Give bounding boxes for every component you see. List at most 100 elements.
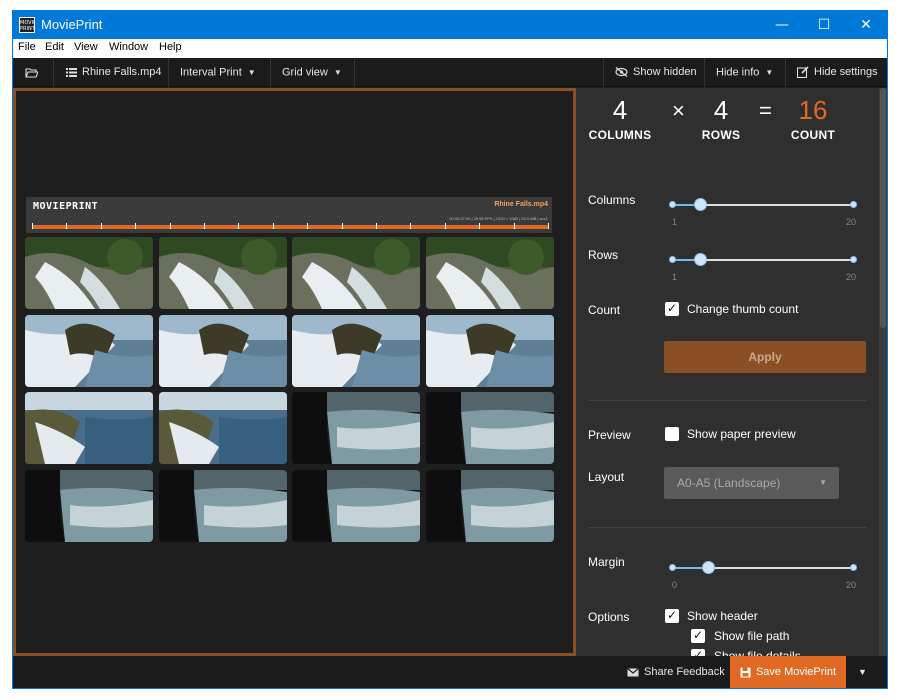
toolbar-separator xyxy=(53,58,54,87)
print-mode-dropdown[interactable]: Interval Print ▼ xyxy=(180,58,256,87)
slider-end-dot xyxy=(850,201,857,208)
open-folder-button[interactable] xyxy=(25,58,43,87)
thumbnail[interactable] xyxy=(158,469,287,542)
show-header-checkbox[interactable]: ✓ xyxy=(665,608,679,623)
save-movieprint-button[interactable]: Save MoviePrint xyxy=(730,656,846,688)
show-paper-preview-checkbox[interactable] xyxy=(665,427,679,441)
hide-info-label: Hide info xyxy=(716,66,760,79)
close-button[interactable]: ✕ xyxy=(845,11,887,39)
menu-help[interactable]: Help xyxy=(159,41,182,53)
settings-panel: 4 COLUMNS × 4 ROWS = 16 COUNT Columns 1 … xyxy=(576,88,887,663)
save-icon xyxy=(740,667,751,678)
timeline-tick xyxy=(272,223,274,229)
rows-slider-handle[interactable] xyxy=(694,253,707,266)
slider-start-dot xyxy=(669,564,676,571)
thumbnail[interactable] xyxy=(425,392,554,464)
maximize-button[interactable]: ☐ xyxy=(803,11,845,39)
app-window: MOVIE PRINT MoviePrint — ☐ ✕ File Edit V… xyxy=(12,10,888,689)
thumbnail[interactable] xyxy=(292,314,420,387)
thumbnail[interactable] xyxy=(425,237,554,309)
menu-edit[interactable]: Edit xyxy=(45,41,64,53)
file-name-label: Rhine Falls.mp4 xyxy=(82,66,162,78)
bottom-bar: Share Feedback Save MoviePrint ▼ xyxy=(13,656,887,688)
scrollbar-thumb[interactable] xyxy=(880,88,886,328)
thumbnail[interactable] xyxy=(158,392,287,464)
checkmark-icon: ✓ xyxy=(667,301,678,315)
hide-settings-button[interactable]: Hide settings xyxy=(797,58,878,87)
menu-bar: File Edit View Window Help xyxy=(13,39,887,58)
settings-scrollbar[interactable] xyxy=(879,88,887,656)
show-file-path-label: Show file path xyxy=(714,629,790,643)
timeline-tick xyxy=(100,223,102,229)
layout-select[interactable]: A0-A5 (Landscape) ▼ xyxy=(664,467,839,499)
minimize-button[interactable]: — xyxy=(761,11,803,39)
preview-label: Preview xyxy=(588,428,631,442)
slider-min-label: 1 xyxy=(672,272,678,282)
columns-caption: COLUMNS xyxy=(588,128,652,142)
thumbnail[interactable] xyxy=(425,314,554,387)
columns-slider[interactable]: 1 20 xyxy=(669,198,857,227)
share-feedback-button[interactable]: Share Feedback xyxy=(627,656,725,688)
slider-min-label: 1 xyxy=(672,217,678,227)
print-file-name: Rhine Falls.mp4 xyxy=(494,201,548,208)
show-file-path-checkbox[interactable]: ✓ xyxy=(691,628,705,643)
margin-slider-handle[interactable] xyxy=(702,561,715,574)
toolbar-separator xyxy=(168,58,169,87)
thumbnail[interactable] xyxy=(292,469,420,542)
window-title: MoviePrint xyxy=(41,17,103,32)
show-hidden-button[interactable]: Show hidden xyxy=(615,58,697,87)
title-bar: MOVIE PRINT MoviePrint — ☐ ✕ xyxy=(13,11,887,39)
thumbnail[interactable] xyxy=(158,237,287,309)
checkmark-icon: ✓ xyxy=(693,628,704,642)
hide-info-dropdown[interactable]: Hide info ▼ xyxy=(716,58,773,87)
folder-open-icon xyxy=(25,68,38,78)
menu-file[interactable]: File xyxy=(18,41,36,53)
thumbnail[interactable] xyxy=(292,237,420,309)
timeline-tick xyxy=(135,223,137,229)
section-divider xyxy=(588,400,866,401)
thumbnail[interactable] xyxy=(25,237,153,309)
margin-slider[interactable]: 0 20 xyxy=(669,561,857,590)
columns-slider-handle[interactable] xyxy=(694,198,707,211)
rows-slider[interactable]: 1 20 xyxy=(669,253,857,282)
toolbar-separator xyxy=(603,58,604,87)
change-thumb-count-checkbox[interactable]: ✓ xyxy=(665,301,679,316)
app-logo-icon: MOVIE PRINT xyxy=(19,17,35,33)
timeline-tick xyxy=(341,223,343,229)
timeline-tick xyxy=(238,223,240,229)
edit-icon xyxy=(797,66,809,79)
section-divider xyxy=(588,527,866,528)
change-thumb-count-label: Change thumb count xyxy=(687,302,799,316)
view-mode-dropdown[interactable]: Grid view ▼ xyxy=(282,58,342,87)
thumbnail[interactable] xyxy=(25,469,153,542)
thumbnail[interactable] xyxy=(292,392,420,464)
count-label: Count xyxy=(588,303,621,317)
timeline-tick xyxy=(410,223,412,229)
timeline-tick xyxy=(66,223,68,229)
layout-select-value: A0-A5 (Landscape) xyxy=(677,476,781,490)
menu-window[interactable]: Window xyxy=(109,41,148,53)
slider-end-dot xyxy=(850,564,857,571)
eye-slash-icon xyxy=(615,67,628,78)
toolbar-separator xyxy=(270,58,271,87)
show-header-label: Show header xyxy=(687,609,758,623)
options-label: Options xyxy=(588,610,630,624)
slider-start-dot xyxy=(669,201,676,208)
print-timeline xyxy=(32,223,549,229)
print-logo: MOVIEPRINT xyxy=(33,201,99,212)
save-options-dropdown[interactable]: ▼ xyxy=(858,656,867,688)
file-list-button[interactable]: Rhine Falls.mp4 xyxy=(66,58,161,87)
slider-start-dot xyxy=(669,256,676,263)
timeline-tick xyxy=(32,223,33,229)
thumbnail[interactable] xyxy=(158,314,287,387)
thumbnail[interactable] xyxy=(25,392,153,464)
thumbnail[interactable] xyxy=(425,469,554,542)
movieprint-canvas: MOVIEPRINT Rhine Falls.mp4 00:00:27:00 |… xyxy=(13,88,576,656)
menu-view[interactable]: View xyxy=(74,41,98,53)
apply-button[interactable]: Apply xyxy=(664,341,866,373)
thumbnail[interactable] xyxy=(25,314,153,387)
timeline-tick xyxy=(169,223,171,229)
share-feedback-label: Share Feedback xyxy=(644,666,725,678)
timeline-tick xyxy=(513,223,515,229)
caret-down-icon: ▼ xyxy=(819,478,827,487)
